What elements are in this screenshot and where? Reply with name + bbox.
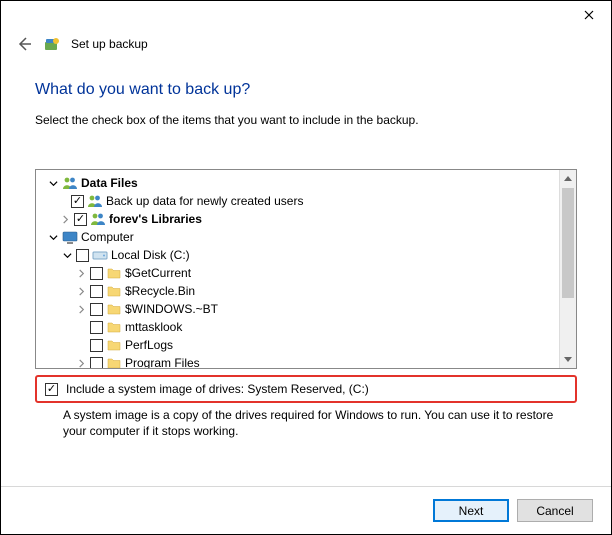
folder-icon <box>106 355 122 368</box>
people-icon <box>62 175 78 191</box>
titlebar <box>1 1 611 31</box>
page-heading: What do you want to back up? <box>35 81 577 99</box>
back-arrow-icon <box>16 36 32 52</box>
node-label: Back up data for newly created users <box>106 194 303 208</box>
drive-icon <box>92 247 108 263</box>
scroll-thumb[interactable] <box>562 188 574 298</box>
folder-icon <box>106 337 122 353</box>
node-label: Program Files <box>125 356 200 368</box>
folder-icon <box>106 301 122 317</box>
people-icon <box>87 193 103 209</box>
chevron-down-icon[interactable] <box>47 177 59 189</box>
computer-icon <box>62 229 78 245</box>
chevron-right-icon[interactable] <box>75 285 87 297</box>
checkbox[interactable] <box>71 195 84 208</box>
folder-icon <box>106 283 122 299</box>
chevron-right-icon[interactable] <box>75 267 87 279</box>
checkbox[interactable] <box>90 357 103 369</box>
system-image-label: Include a system image of drives: System… <box>66 382 369 396</box>
system-image-option: Include a system image of drives: System… <box>35 375 577 403</box>
checkbox[interactable] <box>90 285 103 298</box>
footer: Next Cancel <box>1 486 611 534</box>
node-label: $Recycle.Bin <box>125 284 195 298</box>
folder-icon <box>106 319 122 335</box>
instruction-text: Select the check box of the items that y… <box>35 113 577 127</box>
node-label: PerfLogs <box>125 338 173 352</box>
cancel-button[interactable]: Cancel <box>517 499 593 522</box>
chevron-right-icon[interactable] <box>75 303 87 315</box>
backup-wizard-icon <box>43 35 61 53</box>
close-icon <box>584 10 594 20</box>
node-label: forev's Libraries <box>109 212 202 226</box>
checkbox[interactable] <box>90 339 103 352</box>
tree-node-folder[interactable]: PerfLogs <box>40 336 559 354</box>
node-label: Data Files <box>81 176 138 190</box>
tree-node-computer[interactable]: Computer <box>40 228 559 246</box>
checkbox[interactable] <box>90 321 103 334</box>
back-button[interactable] <box>15 35 33 53</box>
scrollbar[interactable] <box>559 170 576 368</box>
backup-tree: Data Files Back up data for newly create… <box>35 169 577 369</box>
wizard-window: Set up backup What do you want to back u… <box>0 0 612 535</box>
header-row: Set up backup <box>1 31 611 59</box>
tree-node-folder[interactable]: $Recycle.Bin <box>40 282 559 300</box>
checkbox[interactable] <box>76 249 89 262</box>
chevron-down-icon[interactable] <box>61 249 73 261</box>
system-image-checkbox[interactable] <box>45 383 58 396</box>
tree-node-folder[interactable]: mttasklook <box>40 318 559 336</box>
chevron-down-icon[interactable] <box>47 231 59 243</box>
chevron-right-icon[interactable] <box>59 213 71 225</box>
system-image-description: A system image is a copy of the drives r… <box>63 407 577 439</box>
content-area: What do you want to back up? Select the … <box>1 59 611 486</box>
scroll-up-button[interactable] <box>560 170 576 187</box>
node-label: Computer <box>81 230 134 244</box>
scroll-down-button[interactable] <box>560 351 576 368</box>
tree-node-data-files[interactable]: Data Files <box>40 174 559 192</box>
window-title: Set up backup <box>71 37 148 51</box>
tree-node-new-users[interactable]: Back up data for newly created users <box>40 192 559 210</box>
tree-scroll-area: Data Files Back up data for newly create… <box>36 170 559 368</box>
node-label: Local Disk (C:) <box>111 248 190 262</box>
checkbox[interactable] <box>90 303 103 316</box>
people-icon <box>90 211 106 227</box>
tree-node-folder[interactable]: $GetCurrent <box>40 264 559 282</box>
node-label: $GetCurrent <box>125 266 191 280</box>
folder-icon <box>106 265 122 281</box>
checkbox[interactable] <box>90 267 103 280</box>
chevron-right-icon[interactable] <box>75 357 87 368</box>
next-button[interactable]: Next <box>433 499 509 522</box>
node-label: mttasklook <box>125 320 182 334</box>
node-label: $WINDOWS.~BT <box>125 302 218 316</box>
checkbox[interactable] <box>74 213 87 226</box>
tree-node-libraries[interactable]: forev's Libraries <box>40 210 559 228</box>
tree-node-folder[interactable]: Program Files <box>40 354 559 368</box>
tree-node-folder[interactable]: $WINDOWS.~BT <box>40 300 559 318</box>
tree-node-local-disk[interactable]: Local Disk (C:) <box>40 246 559 264</box>
close-button[interactable] <box>566 1 611 29</box>
